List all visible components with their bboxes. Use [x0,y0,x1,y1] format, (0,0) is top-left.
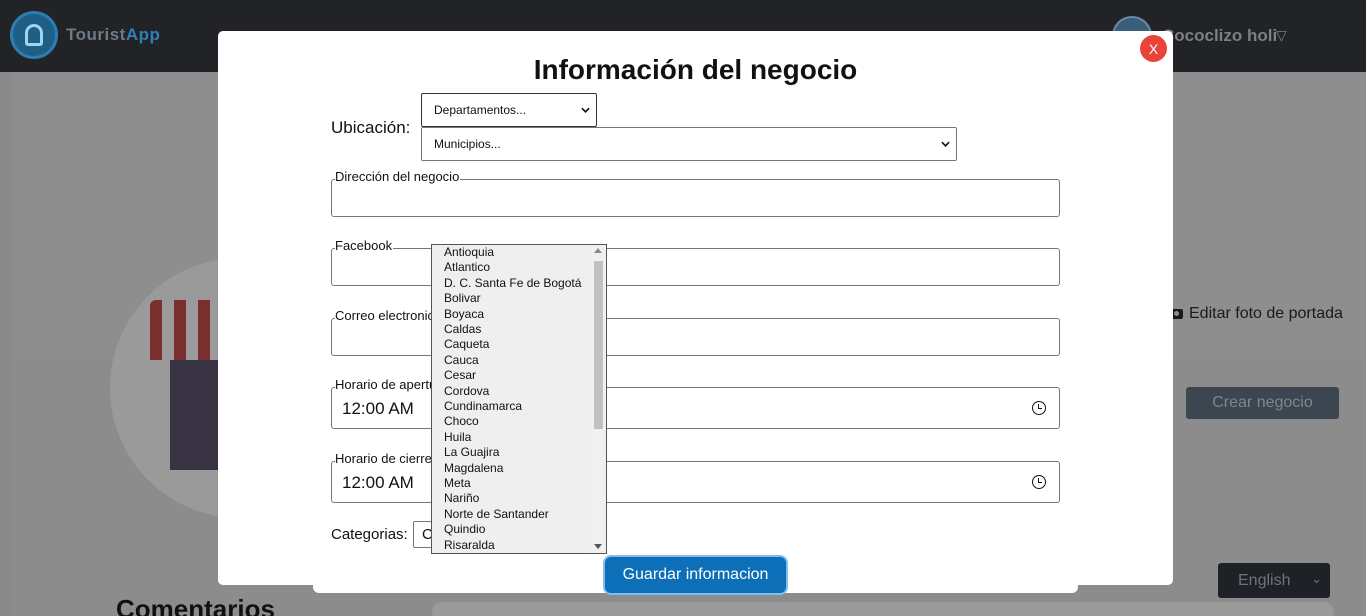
brand-name[interactable]: TouristApp [66,25,160,45]
address-field[interactable]: Dirección del negocio [331,170,1060,217]
opening-time-value: 12:00 AM [342,399,414,418]
dropdown-option[interactable]: Caqueta [444,337,489,351]
chevron-down-icon [581,107,590,113]
scroll-up-icon[interactable] [594,248,602,253]
dropdown-scrollbar[interactable] [591,245,606,553]
dropdown-option[interactable]: Cauca [444,353,479,367]
language-selected-value: English [1238,571,1291,589]
store-door-icon [170,360,220,470]
departments-dropdown-list[interactable]: Antioquia Atlantico D. C. Santa Fe de Bogo… [431,244,607,554]
facebook-label: Facebook [335,238,394,253]
dropdown-option[interactable]: Meta [444,476,471,490]
save-info-button[interactable]: Guardar informacion [605,557,786,593]
clock-icon[interactable] [1032,475,1046,489]
categories-label: Categorias: [331,526,408,543]
departments-select[interactable]: Departamentos... [421,93,597,127]
closing-time-value: 12:00 AM [342,473,414,492]
dropdown-option[interactable]: Choco [444,414,479,428]
edit-cover-label: Editar foto de portada [1189,305,1343,322]
chevron-down-icon: ⌄ [1311,571,1322,586]
dropdown-option[interactable]: Huila [444,430,471,444]
dropdown-option[interactable]: La Guajira [444,445,499,459]
dropdown-option[interactable]: Bolivar [444,291,481,305]
comment-input[interactable] [432,602,1334,616]
dropdown-option[interactable]: Boyaca [444,307,484,321]
address-label: Dirección del negocio [335,169,461,184]
scroll-down-icon[interactable] [594,544,602,549]
dropdown-option[interactable]: Cesar [444,368,476,382]
edit-cover-photo-button[interactable]: Editar foto de portada [1170,305,1343,323]
dropdown-option[interactable]: Atlantico [444,260,490,274]
scrollbar-thumb[interactable] [594,261,603,429]
departments-select-value: Departamentos... [434,103,527,117]
closing-time-label: Horario de cierre [335,451,433,466]
user-name[interactable]: Cococlizo holi [1162,26,1277,46]
location-label: Ubicación: [331,118,411,137]
user-menu-caret-icon[interactable]: ▽ [1276,27,1287,44]
municipalities-select-value: Municipios... [434,137,501,151]
dropdown-option[interactable]: D. C. Santa Fe de Bogotá [444,276,581,290]
clock-icon[interactable] [1032,401,1046,415]
dropdown-option[interactable]: Antioquia [444,245,494,259]
comments-heading: Comentarios [116,594,275,616]
dropdown-option[interactable]: Quindio [444,522,485,536]
dropdown-option[interactable]: Magdalena [444,461,503,475]
dropdown-option[interactable]: Cordova [444,384,489,398]
modal-title: Información del negocio [533,54,858,85]
close-modal-button[interactable]: X [1140,35,1167,62]
app-logo-icon[interactable] [10,11,58,59]
create-business-button[interactable]: Crear negocio [1186,387,1339,419]
dropdown-option[interactable]: Nariño [444,491,479,505]
page-left-edge [0,72,12,616]
dropdown-option[interactable]: Cundinamarca [444,399,522,413]
email-label: Correo electronico [335,308,443,323]
municipalities-select[interactable]: Municipios... [421,127,957,161]
dropdown-option[interactable]: Norte de Santander [444,507,549,521]
dropdown-option[interactable]: Caldas [444,322,481,336]
dropdown-option[interactable]: Risaralda [444,538,495,552]
language-select[interactable]: English ⌄ [1218,563,1330,598]
chevron-down-icon [941,141,950,147]
